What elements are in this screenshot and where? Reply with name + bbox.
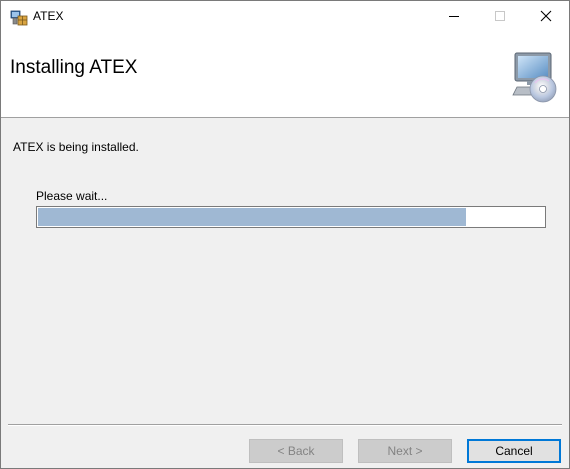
progress-bar-fill <box>38 208 466 226</box>
install-progress-bar <box>36 206 546 228</box>
minimize-icon <box>449 16 459 17</box>
title-bar[interactable]: ATEX <box>1 1 569 31</box>
close-icon <box>540 10 552 22</box>
installer-window: ATEX Installing ATEX ATEX is being insta… <box>0 0 570 469</box>
maximize-icon <box>495 11 505 21</box>
installer-app-icon <box>10 10 28 26</box>
please-wait-label: Please wait... <box>36 189 108 203</box>
page-title: Installing ATEX <box>10 57 138 78</box>
cancel-button[interactable]: Cancel <box>467 439 561 463</box>
maximize-button[interactable] <box>477 1 523 31</box>
button-area-divider <box>8 424 562 426</box>
install-status-text: ATEX is being installed. <box>13 140 139 154</box>
close-button[interactable] <box>523 1 569 31</box>
header-banner: Installing ATEX <box>1 31 569 118</box>
window-title: ATEX <box>33 9 64 23</box>
back-button[interactable]: < Back <box>249 439 343 463</box>
minimize-button[interactable] <box>431 1 477 31</box>
next-button[interactable]: Next > <box>358 439 452 463</box>
computer-cd-icon <box>512 52 557 103</box>
